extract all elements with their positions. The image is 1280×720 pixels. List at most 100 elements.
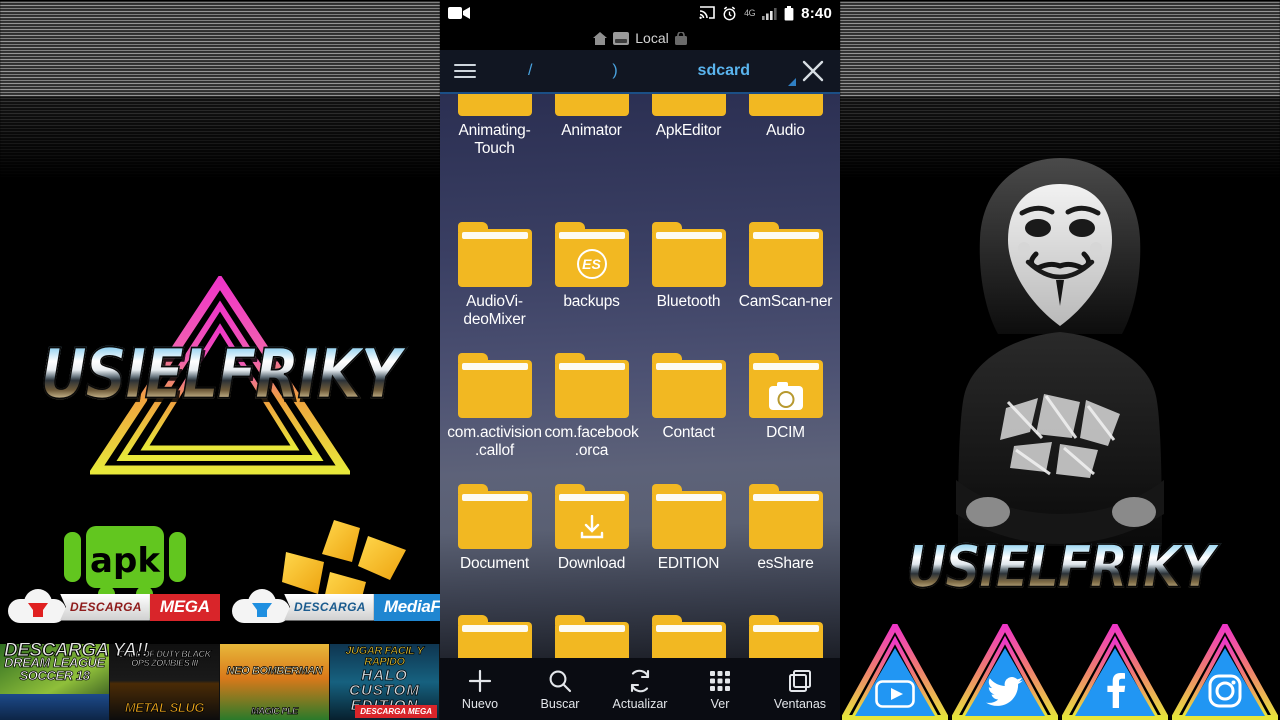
thumb-subtitle: MAGIC PLE (251, 706, 299, 716)
location-label: Local (635, 30, 669, 46)
cloud-download-icon (232, 589, 290, 625)
file-name: Document (459, 555, 530, 572)
list-item[interactable] (640, 615, 737, 658)
file-name: ApkEditor (655, 122, 722, 139)
folder-icon (651, 484, 726, 549)
list-item[interactable]: ES backups (543, 222, 640, 356)
descarga-ya-banner: DESCARGA YA!! (4, 640, 150, 662)
list-item[interactable]: Bluetooth (640, 222, 737, 356)
folder-icon (554, 353, 629, 418)
refresh-button[interactable]: Actualizar (600, 668, 680, 711)
list-item[interactable]: com.facebook.orca (543, 353, 640, 487)
windows-button[interactable]: Ventanas (760, 668, 840, 711)
folder-icon (554, 484, 629, 549)
file-name: CamScan-ner (738, 293, 833, 310)
file-name: EDITION (657, 555, 720, 572)
list-item[interactable]: Animator (543, 94, 640, 225)
list-item[interactable]: Animating-Touch (446, 94, 543, 225)
channel-logo-left: USIELFRIKY (0, 273, 440, 478)
list-item[interactable]: JUGAR FACIL Y RAPIDO HALO CUSTOM EDITION… (330, 644, 440, 720)
list-item[interactable] (737, 615, 834, 658)
list-item[interactable]: EDITION (640, 484, 737, 618)
list-item[interactable]: AudioVi-deoMixer (446, 222, 543, 356)
android-status-bar: 4G 8:40 (440, 0, 840, 26)
windows-stack-icon (789, 669, 811, 692)
cloud-download-icon (8, 589, 66, 625)
search-icon (549, 670, 572, 692)
list-item[interactable]: Audio (737, 94, 834, 225)
file-name: com.activision.callof (447, 424, 542, 459)
view-button[interactable]: Ver (680, 668, 760, 711)
folder-icon (748, 353, 823, 418)
refresh-label: Actualizar (612, 696, 668, 711)
refresh-icon (630, 669, 650, 692)
folder-icon (748, 94, 823, 116)
folder-icon (457, 615, 532, 658)
list-item[interactable]: Download (543, 484, 640, 618)
svg-text:apk: apk (90, 541, 161, 581)
channel-logo-right: USIELFRIKY (840, 533, 1280, 602)
breadcrumb-root[interactable]: / (528, 62, 532, 80)
list-item[interactable]: CamScan-ner (737, 222, 834, 356)
download-badge-mega[interactable]: DESCARGA MEGA (8, 589, 220, 625)
view-label: Ver (710, 696, 730, 711)
mediafire-label: MediaFire (373, 593, 440, 621)
expand-corner-icon[interactable] (788, 78, 796, 86)
close-icon[interactable] (800, 58, 826, 84)
cast-icon (699, 6, 715, 19)
folder-icon (651, 94, 726, 116)
hamburger-menu-icon[interactable] (454, 64, 478, 78)
social-link-instagram[interactable] (1170, 610, 1280, 720)
twitter-bird-icon (986, 676, 1024, 708)
file-name: AudioVi-deoMixer (463, 293, 526, 328)
left-branding-panel: USIELFRIKY apk DESCARGA MEGA DESCARGA Me… (0, 0, 440, 720)
new-button[interactable]: Nuevo (440, 668, 520, 711)
download-arrow-icon (580, 515, 603, 539)
file-name: Animating-Touch (458, 122, 531, 157)
folder-icon (748, 222, 823, 287)
list-item[interactable]: Document (446, 484, 543, 618)
new-label: Nuevo (461, 696, 499, 711)
breadcrumb-current[interactable]: sdcard (698, 62, 750, 80)
social-link-facebook[interactable] (1060, 610, 1170, 720)
folder-icon (748, 615, 823, 658)
folder-icon (457, 353, 532, 418)
list-item[interactable] (543, 615, 640, 658)
file-name: Audio (766, 122, 805, 139)
thumb-badge: DESCARGA MEGA (355, 705, 437, 718)
list-item[interactable]: com.activision.callof (446, 353, 543, 487)
breadcrumb-sep[interactable]: ) (612, 62, 617, 80)
folder-icon: ES (554, 222, 629, 287)
windows-label: Ventanas (773, 696, 827, 711)
screenshot-root: USIELFRIKY apk DESCARGA MEGA DESCARGA Me… (0, 0, 1280, 720)
list-item[interactable]: Contact (640, 353, 737, 487)
es-file-explorer-panel: 4G 8:40 Local /) sdcard Animating-Touch… (440, 0, 840, 720)
list-item[interactable]: DCIM (737, 353, 834, 487)
search-button[interactable]: Buscar (520, 668, 600, 711)
battery-icon (784, 5, 794, 20)
status-icons-group: 4G 8:40 (699, 5, 832, 22)
signal-bars-icon (762, 7, 777, 20)
file-name: DCIM (766, 424, 805, 441)
file-name: Bluetooth (656, 293, 721, 310)
list-item[interactable]: esShare (737, 484, 834, 618)
device-lock-icon (674, 31, 687, 45)
folder-icon (554, 615, 629, 658)
grid-view-icon (710, 670, 730, 691)
download-badge-mediafire[interactable]: DESCARGA MediaFire (232, 589, 440, 625)
list-item[interactable]: ApkEditor (640, 94, 737, 225)
tv-static-noise (840, 0, 1280, 96)
thumb-title: NEO BOMBERMAN (226, 665, 323, 677)
descarga-label: DESCARGA (60, 593, 150, 621)
social-link-twitter[interactable] (950, 610, 1060, 720)
video-recording-icon (448, 7, 470, 19)
camera-icon (768, 382, 803, 410)
social-link-youtube[interactable] (840, 610, 950, 720)
breadcrumb: / ) sdcard (440, 50, 840, 94)
bottom-toolbar: Nuevo Buscar Actualizar Ver Ventanas (440, 658, 840, 720)
facebook-f-icon (1103, 672, 1127, 708)
es-logo-icon: ES (576, 249, 607, 279)
folder-icon (651, 222, 726, 287)
list-item[interactable] (446, 615, 543, 658)
status-time: 8:40 (801, 4, 832, 22)
